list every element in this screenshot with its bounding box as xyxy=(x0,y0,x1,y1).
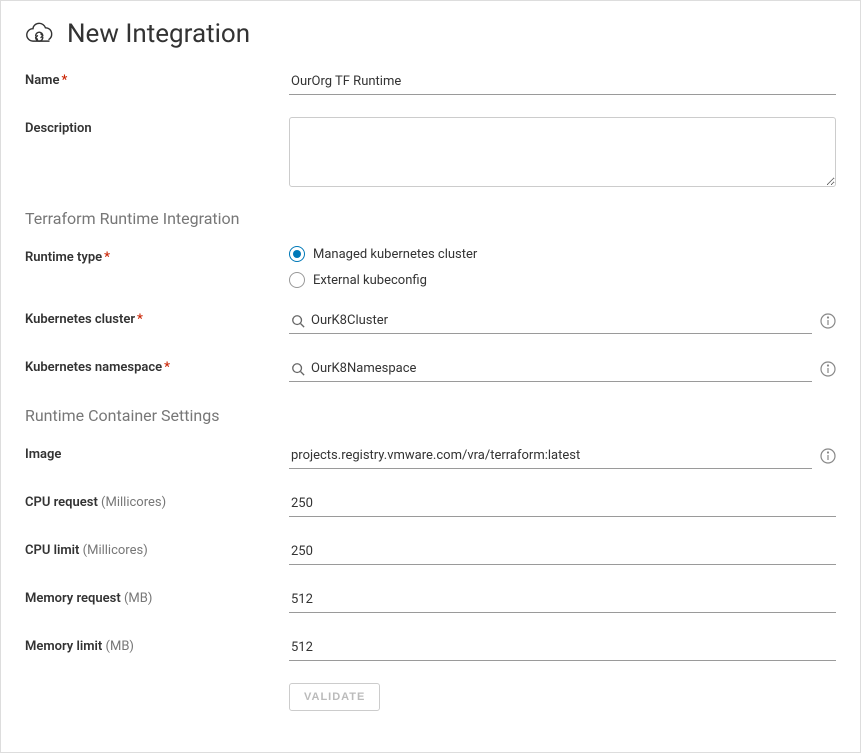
field-description: Description xyxy=(25,117,836,187)
label-name: Name* xyxy=(25,69,289,88)
field-k8s-namespace: Kubernetes namespace* xyxy=(25,356,836,384)
field-cpu-request: CPU request (Millicores) xyxy=(25,491,836,519)
memory-limit-input[interactable] xyxy=(289,635,836,661)
info-icon[interactable] xyxy=(820,361,836,377)
label-memory-request: Memory request (MB) xyxy=(25,587,289,606)
radio-icon xyxy=(289,246,305,262)
k8s-namespace-input[interactable] xyxy=(289,356,812,382)
label-cpu-request: CPU request (Millicores) xyxy=(25,491,289,510)
field-image: Image xyxy=(25,443,836,471)
field-k8s-cluster: Kubernetes cluster* xyxy=(25,308,836,336)
search-icon xyxy=(291,362,305,376)
runtime-type-radio-group: Managed kubernetes cluster External kube… xyxy=(289,246,477,288)
label-runtime-type: Runtime type* xyxy=(25,246,289,265)
field-cpu-limit: CPU limit (Millicores) xyxy=(25,539,836,567)
cpu-limit-input[interactable] xyxy=(289,539,836,565)
page-title: New Integration xyxy=(67,19,250,49)
memory-request-input[interactable] xyxy=(289,587,836,613)
radio-icon xyxy=(289,272,305,288)
info-icon[interactable] xyxy=(820,313,836,329)
field-runtime-type: Runtime type* Managed kubernetes cluster… xyxy=(25,246,836,288)
section-container-header: Runtime Container Settings xyxy=(25,406,836,425)
field-memory-limit: Memory limit (MB) xyxy=(25,635,836,663)
cloud-sync-icon xyxy=(25,20,57,48)
image-input[interactable] xyxy=(289,443,812,469)
radio-managed-k8s[interactable]: Managed kubernetes cluster xyxy=(289,246,477,262)
label-k8s-cluster: Kubernetes cluster* xyxy=(25,308,289,327)
label-image: Image xyxy=(25,443,289,462)
search-icon xyxy=(291,314,305,328)
description-textarea[interactable] xyxy=(289,117,836,187)
validate-row: Validate xyxy=(25,683,836,711)
label-description: Description xyxy=(25,117,289,136)
radio-external-kubeconfig[interactable]: External kubeconfig xyxy=(289,272,477,288)
info-icon[interactable] xyxy=(820,448,836,464)
cpu-request-input[interactable] xyxy=(289,491,836,517)
name-input[interactable] xyxy=(289,69,836,95)
label-k8s-namespace: Kubernetes namespace* xyxy=(25,356,289,375)
radio-label: External kubeconfig xyxy=(313,273,427,288)
section-runtime-header: Terraform Runtime Integration xyxy=(25,209,836,228)
validate-button[interactable]: Validate xyxy=(289,683,380,711)
label-cpu-limit: CPU limit (Millicores) xyxy=(25,539,289,558)
field-memory-request: Memory request (MB) xyxy=(25,587,836,615)
radio-label: Managed kubernetes cluster xyxy=(313,247,477,262)
label-memory-limit: Memory limit (MB) xyxy=(25,635,289,654)
field-name: Name* xyxy=(25,69,836,97)
k8s-cluster-input[interactable] xyxy=(289,308,812,334)
page-header: New Integration xyxy=(25,19,836,49)
